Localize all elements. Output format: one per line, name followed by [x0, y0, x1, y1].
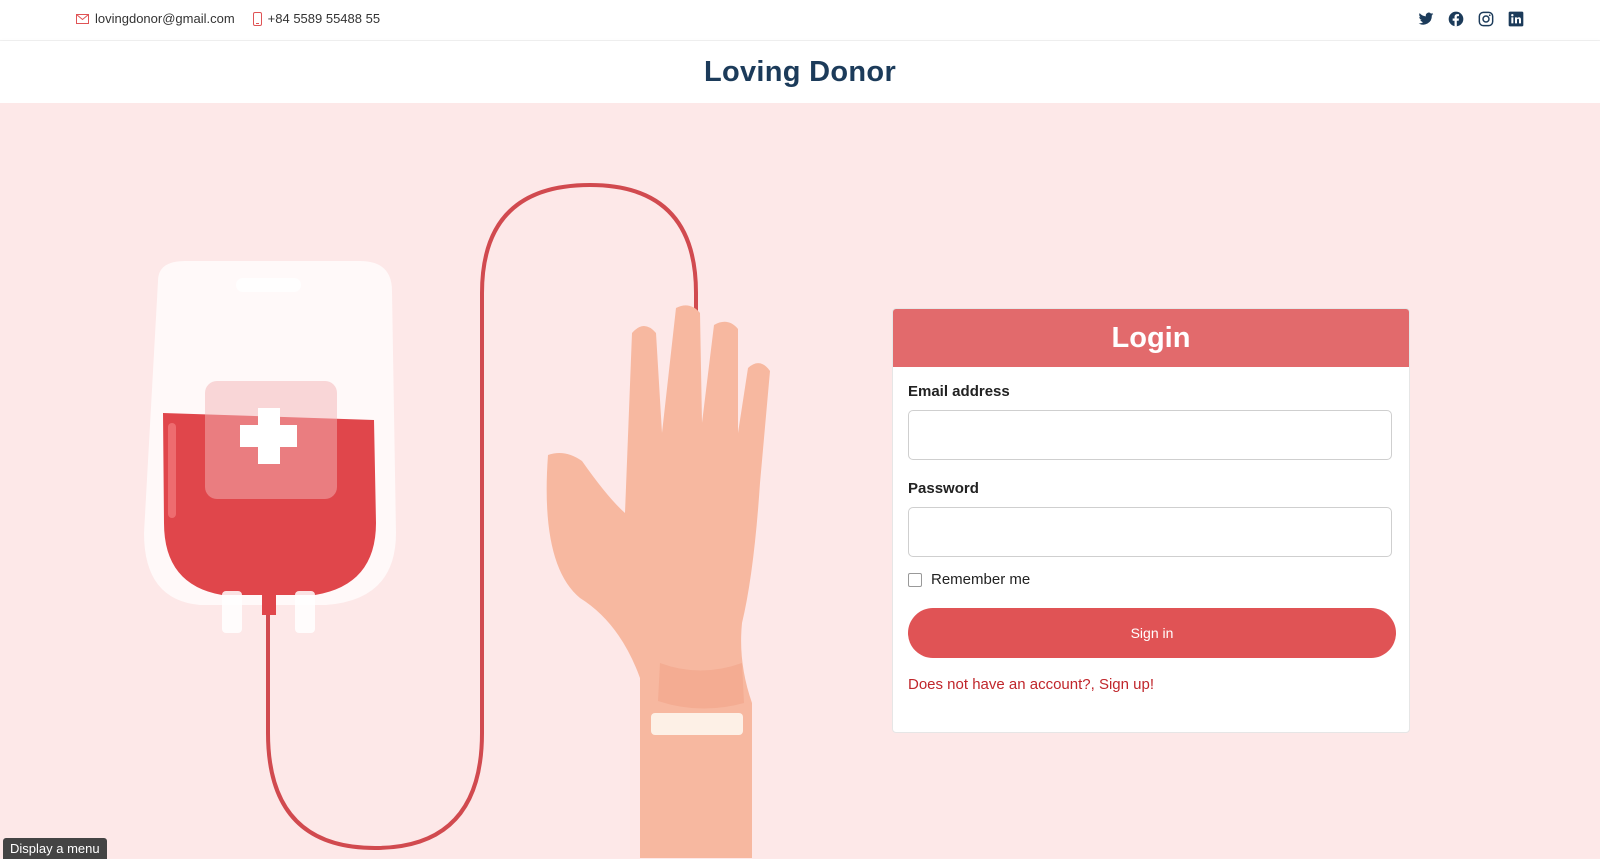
facebook-icon[interactable] — [1448, 11, 1464, 27]
email-input[interactable] — [908, 410, 1392, 460]
social-links — [1418, 11, 1524, 27]
password-label: Password — [908, 480, 979, 497]
sign-up-link[interactable]: Does not have an account?, Sign up! — [908, 676, 1394, 693]
login-title: Login — [1111, 321, 1191, 354]
contact-info: lovingdonor@gmail.com +84 5589 55488 55 — [76, 11, 398, 26]
login-card: Login Email address Password Remember me… — [892, 308, 1410, 733]
donor-hand — [546, 305, 770, 858]
password-input[interactable] — [908, 507, 1392, 557]
blood-donation-illustration — [144, 182, 770, 858]
remember-me-checkbox[interactable] — [908, 572, 922, 587]
email-text: lovingdonor@gmail.com — [95, 11, 235, 26]
site-header: Loving Donor — [0, 41, 1600, 103]
top-bar: lovingdonor@gmail.com +84 5589 55488 55 — [0, 0, 1600, 41]
twitter-icon[interactable] — [1418, 11, 1434, 27]
email-label: Email address — [908, 383, 1010, 400]
email-contact[interactable]: lovingdonor@gmail.com — [76, 11, 235, 26]
remember-me-label: Remember me — [931, 571, 1031, 588]
login-card-header: Login — [893, 309, 1409, 367]
blood-bag — [144, 261, 396, 633]
sign-in-button[interactable]: Sign in — [908, 608, 1396, 658]
remember-me-row[interactable]: Remember me — [908, 571, 1394, 588]
phone-icon — [252, 11, 262, 26]
linkedin-icon[interactable] — [1508, 11, 1524, 27]
brand-logo[interactable]: Loving Donor — [704, 56, 896, 89]
instagram-icon[interactable] — [1478, 11, 1494, 27]
hero-section: Login Email address Password Remember me… — [0, 103, 1600, 858]
login-form: Email address Password Remember me Sign … — [893, 367, 1409, 707]
phone-text: +84 5589 55488 55 — [267, 11, 381, 26]
envelope-icon — [76, 13, 89, 24]
phone-contact[interactable]: +84 5589 55488 55 — [252, 11, 381, 26]
display-menu-button[interactable]: Display a menu — [3, 838, 107, 859]
